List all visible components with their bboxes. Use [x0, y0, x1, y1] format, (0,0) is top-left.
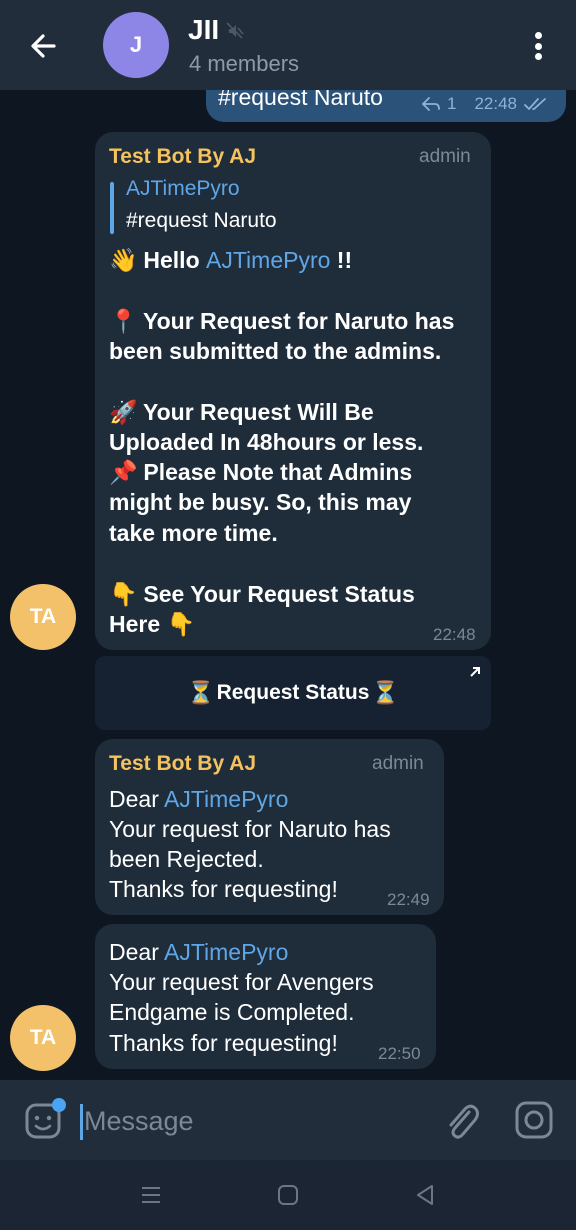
outgoing-message-meta: 1 22:48 — [421, 94, 549, 114]
message-line: Uploaded In 48hours or less. — [109, 429, 424, 455]
camera-icon[interactable] — [514, 1100, 554, 1140]
system-nav-bar — [0, 1160, 576, 1230]
muted-icon — [226, 22, 244, 39]
pushpin-icon: 📌 — [109, 459, 138, 485]
more-vert-icon — [534, 32, 542, 39]
message-list[interactable]: #request Naruto 1 22:48 Test Bot By AJ a… — [0, 90, 576, 1080]
message-line: Dear AJTimePyro — [109, 939, 288, 966]
message-line: 👋 Hello AJTimePyro !! — [109, 247, 352, 274]
message-line: been Rejected. — [109, 846, 264, 872]
hourglass-icon: ⏳ — [371, 680, 399, 705]
waving-hand-icon: 👋 — [109, 247, 138, 273]
arrow-left-icon — [31, 34, 56, 58]
pointing-down-icon: 👇 — [166, 611, 196, 637]
message-line: Thanks for requesting! — [109, 1030, 338, 1056]
message-line: 👇 See Your Request Status — [109, 581, 415, 608]
reply-quote-bar — [110, 182, 114, 234]
request-status-label: Request Status — [216, 681, 370, 704]
message-line: might be busy. So, this may — [109, 489, 412, 515]
message-line: Dear AJTimePyro — [109, 786, 288, 813]
message-time: 22:48 — [433, 625, 476, 644]
member-count: 4 members — [189, 51, 300, 76]
admin-badge: admin — [372, 753, 424, 774]
line-text: Here — [109, 611, 161, 637]
sender-avatar[interactable]: TA — [10, 1005, 76, 1071]
telegram-chat-screen: J JII 4 members #request Naruto 1 22:48 — [0, 0, 576, 1230]
external-link-icon — [470, 667, 480, 677]
pin-icon: 📍 — [109, 308, 138, 334]
line-text: See Your Request Status — [143, 581, 415, 607]
user-mention[interactable]: AJTimePyro — [206, 247, 330, 273]
message-line: 🚀 Your Request Will Be — [109, 399, 374, 426]
reply-quote-text[interactable]: #request Naruto — [126, 209, 277, 233]
rocket-icon: 🚀 — [109, 399, 138, 425]
line-text: Dear — [109, 939, 159, 965]
sender-name[interactable]: Test Bot By AJ — [109, 145, 256, 169]
message-line: 📍 Your Request for Naruto has — [109, 308, 454, 335]
double-check-icon — [524, 98, 546, 111]
message-line: Endgame is Completed. — [109, 999, 355, 1025]
reply-count: 1 — [447, 94, 457, 113]
text-cursor — [80, 1104, 83, 1140]
message-line: take more time. — [109, 520, 278, 546]
recent-apps-icon[interactable] — [140, 1184, 162, 1206]
group-avatar[interactable]: J — [103, 12, 169, 78]
line-text: Dear — [109, 786, 159, 812]
line-text: Your Request for Naruto has — [142, 308, 455, 334]
more-vert-dot — [534, 53, 542, 60]
back-button[interactable] — [24, 26, 64, 66]
message-line: 📌 Please Note that Admins — [109, 459, 412, 486]
line-text: Please Note that Admins — [143, 459, 413, 485]
message-composer — [0, 1080, 576, 1160]
hello-text: Hello — [143, 247, 200, 273]
reply-arrow-icon — [421, 97, 440, 111]
chat-header: J JII 4 members — [0, 0, 576, 90]
sender-name[interactable]: Test Bot By AJ — [109, 752, 256, 776]
reply-quote-name[interactable]: AJTimePyro — [126, 177, 240, 201]
message-input[interactable] — [84, 1100, 404, 1142]
message-time: 22:49 — [387, 890, 430, 909]
user-mention[interactable]: AJTimePyro — [164, 939, 288, 965]
message-time: 22:50 — [378, 1044, 421, 1063]
outgoing-message-text: #request Naruto — [218, 90, 383, 110]
chat-title[interactable]: JII — [188, 14, 219, 46]
line-text: Your Request Will Be — [142, 399, 374, 425]
user-mention[interactable]: AJTimePyro — [164, 786, 288, 812]
hourglass-icon: ⏳ — [187, 680, 215, 705]
more-options-button[interactable] — [524, 26, 552, 66]
nav-back-icon[interactable] — [414, 1183, 436, 1207]
pointing-down-icon: 👇 — [109, 581, 138, 607]
message-line: Here 👇 — [109, 611, 195, 638]
attach-paperclip-icon[interactable] — [442, 1100, 480, 1142]
message-line: been submitted to the admins. — [109, 338, 442, 364]
admin-badge: admin — [419, 146, 471, 167]
sender-avatar[interactable]: TA — [10, 584, 76, 650]
message-line: Thanks for requesting! — [109, 876, 338, 902]
more-vert-dot — [534, 42, 542, 50]
notification-dot — [52, 1098, 66, 1112]
home-icon[interactable] — [277, 1184, 299, 1206]
outgoing-time: 22:48 — [474, 94, 518, 113]
message-line: Your request for Naruto has — [109, 816, 391, 842]
hello-suffix: !! — [336, 247, 353, 273]
request-status-button[interactable]: ⏳ Request Status ⏳ — [95, 656, 491, 730]
message-line: Your request for Avengers — [109, 969, 374, 995]
